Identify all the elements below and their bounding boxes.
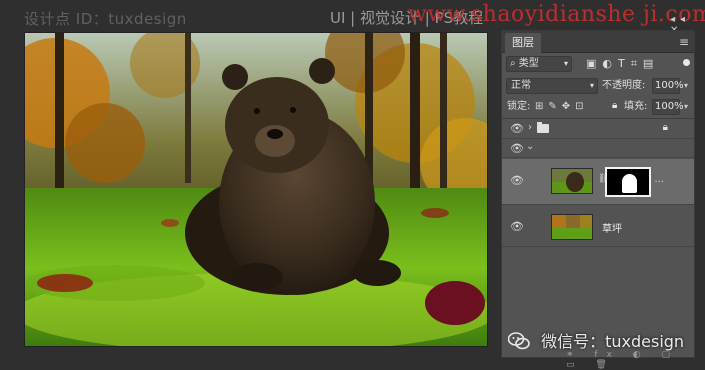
blend-mode-value: 正常 [511,80,531,91]
chevron-down-icon[interactable]: ⌄ [526,141,534,152]
top-header: 设计点 ID：tuxdesign UI | 视觉设计 | PS教程 www.sh… [0,0,705,32]
more-icon[interactable]: ... [654,174,664,185]
opacity-label: 不透明度: [602,80,646,91]
layer-name: 草坪 [602,224,622,235]
eye-icon[interactable]: 👁︎ [510,174,524,187]
blend-row: 正常 ▾ 不透明度: 100% ▾ [502,78,694,96]
folder-icon [537,122,549,133]
layer-filter-row: ⌕ 类型 ▾ ▣◐T⌗▤ [502,55,694,75]
watermark-url: www.shaoyidianshe ji.com [408,2,705,27]
tab-layers[interactable]: 图层 [505,33,541,53]
chevron-down-icon: ▾ [563,59,568,68]
layer-group-row[interactable]: 👁︎ ⌄ [502,140,694,158]
layer-mask-thumbnail[interactable] [605,167,651,197]
canvas-document[interactable] [24,32,488,347]
search-icon: ⌕ [510,58,516,69]
fill-input[interactable]: 100% [652,99,684,115]
opacity-dropdown-icon[interactable]: ▾ [684,78,688,94]
wechat-watermark: 微信号：tuxdesign [508,328,685,351]
blend-mode-select[interactable]: 正常 ▾ [506,78,598,94]
layer-group-row[interactable]: 👁︎ › 🔒︎ [502,119,694,139]
panel-header: 图层 ≡ [502,31,694,53]
lock-option-icons[interactable]: ⊞✎✥⊡ [535,99,589,115]
lock-all-icon[interactable]: 🔒︎ [612,100,617,111]
chevron-right-icon[interactable]: › [528,122,532,133]
layer-row-grass[interactable]: 👁︎ 草坪 [502,207,694,247]
eye-icon[interactable]: 👁︎ [510,142,524,155]
panel-footer-icons[interactable]: ⚭ fx ◐ ▢ ▭ 🗑︎ [566,350,705,370]
filter-type-icons[interactable]: ▣◐T⌗▤ [586,57,659,71]
filter-toggle-icon[interactable] [683,59,690,66]
mask-shape [622,174,637,193]
eye-icon[interactable]: 👁︎ [510,122,524,135]
eye-icon[interactable]: 👁︎ [510,220,524,233]
chevron-down-icon: ▾ [589,81,594,90]
fill-label: 填充: [624,101,648,112]
bear-photo [25,33,487,346]
opacity-input[interactable]: 100% [652,78,684,94]
layers-panel: 图层 ≡ ⌕ 类型 ▾ ▣◐T⌗▤ 正常 ▾ 不透明度: 100% ▾ 锁定: … [501,30,695,358]
layer-thumbnail [551,214,593,240]
lock-row: 锁定: ⊞✎✥⊡ 🔒︎ 填充: 100% ▾ [502,99,694,117]
panel-menu-icon[interactable]: ≡ [679,36,689,48]
wechat-text: 微信号：tuxdesign [541,332,685,351]
wechat-icon [508,332,530,350]
lock-icon: 🔒︎ [662,122,668,133]
filter-kind-select[interactable]: ⌕ 类型 ▾ [506,56,572,72]
layer-row-bear[interactable]: 👁︎ ⛓︎ ... [502,159,694,205]
layer-thumbnail [551,168,593,194]
lock-label: 锁定: [507,101,531,112]
filter-kind-label: 类型 [518,58,539,69]
fill-dropdown-icon[interactable]: ▾ [684,99,688,115]
designer-id-watermark: 设计点 ID：tuxdesign [24,10,187,28]
